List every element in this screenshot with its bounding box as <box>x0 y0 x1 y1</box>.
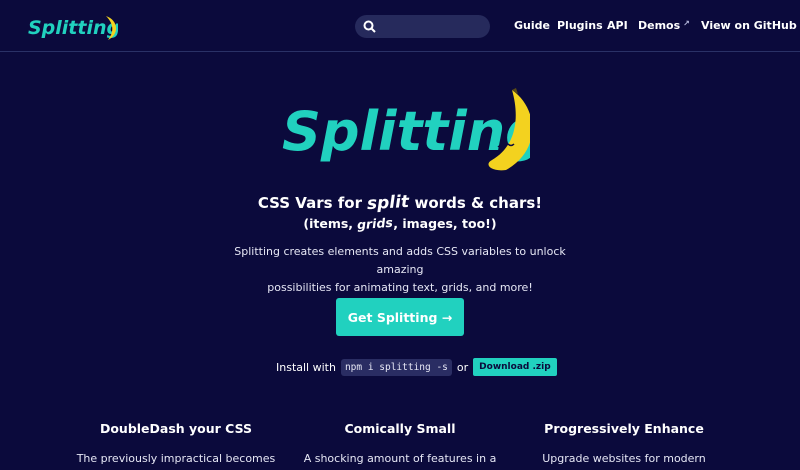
search-input[interactable] <box>355 15 490 38</box>
nav-demos-label: Demos <box>638 19 681 32</box>
nav-plugins[interactable]: Plugins <box>557 19 603 32</box>
subheadline-grids-word: grids <box>356 214 394 233</box>
hero-logo: Splitting <box>282 88 530 171</box>
headline-text: CSS Vars for <box>257 194 368 212</box>
headline-split-word: split <box>366 191 410 215</box>
install-or: or <box>456 360 469 374</box>
install-label: Install with <box>276 360 336 374</box>
hero-description: Splitting creates elements and adds CSS … <box>215 243 585 297</box>
description-line: Splitting creates elements and adds CSS … <box>234 245 566 276</box>
search-icon <box>363 20 376 33</box>
install-line: Install with npm i splitting -s or Downl… <box>276 357 557 377</box>
feature-progressive: Progressively Enhance Upgrade websites f… <box>514 421 734 468</box>
nav-api[interactable]: API <box>607 19 628 32</box>
nav-github[interactable]: View on GitHub↗ <box>701 19 800 32</box>
page-headline: CSS Vars for split words & chars! <box>0 191 800 215</box>
page-subheadline: (items, grids, images, too!) <box>0 214 800 233</box>
description-line: possibilities for animating text, grids,… <box>267 281 533 294</box>
external-link-icon: ↗ <box>683 19 690 28</box>
feature-comically-small: Comically Small A shocking amount of fea… <box>290 421 510 468</box>
nav-github-label: View on GitHub <box>701 19 797 32</box>
subheadline-text: (items, <box>303 216 358 231</box>
nav-guide[interactable]: Guide <box>514 19 550 32</box>
subheadline-text-end: , images, too!) <box>393 216 497 231</box>
feature-title: Progressively Enhance <box>544 421 704 436</box>
feature-doubledash: DoubleDash your CSS The previously impra… <box>66 421 286 468</box>
feature-title: Comically Small <box>344 421 456 436</box>
feature-text: The previously impractical becomes <box>76 452 276 465</box>
nav-demos[interactable]: Demos ↗ <box>638 19 690 32</box>
top-navigation-bar: Splitting Guide Plugins API Demos ↗ View … <box>0 0 800 52</box>
headline-text-end: words & chars! <box>409 194 543 212</box>
feature-text: A shocking amount of features in a <box>303 452 497 465</box>
feature-text: Upgrade websites for modern <box>542 452 706 465</box>
get-splitting-button[interactable]: Get Splitting → <box>336 298 464 336</box>
svg-text:Splitting: Splitting <box>28 17 118 39</box>
splitting-logo[interactable]: Splitting <box>26 12 118 42</box>
install-command: npm i splitting -s <box>340 358 452 376</box>
feature-title: DoubleDash your CSS <box>99 421 253 436</box>
svg-text:Splitting: Splitting <box>282 100 530 163</box>
download-zip-button[interactable]: Download .zip <box>473 358 557 376</box>
